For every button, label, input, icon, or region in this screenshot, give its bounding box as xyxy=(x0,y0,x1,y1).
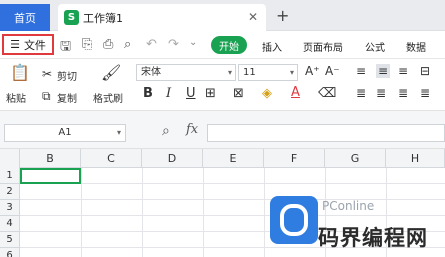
grid-line xyxy=(142,168,143,257)
save-icon[interactable]: 🖫 xyxy=(60,37,71,59)
fx-icon[interactable]: fx xyxy=(186,122,198,137)
file-menu-button[interactable]: ☰ 文件 xyxy=(2,34,54,55)
row-header[interactable]: 5 xyxy=(0,232,20,248)
menu-start[interactable]: 开始 xyxy=(211,36,247,54)
tab-bar: 首页 S 工作簿1 ✕ + xyxy=(0,0,445,31)
menu-data[interactable]: 数据 xyxy=(406,39,426,54)
format-painter-icon[interactable]: 🖌 xyxy=(101,63,121,82)
select-all-corner[interactable] xyxy=(0,149,20,168)
active-cell[interactable] xyxy=(20,168,81,184)
cut-icon[interactable]: ✂ xyxy=(42,67,52,81)
font-size-value: 11 xyxy=(243,67,256,78)
close-icon[interactable]: ✕ xyxy=(248,10,258,24)
wrap-text-icon[interactable]: ⊟ xyxy=(420,64,430,78)
preview-icon[interactable]: ⌕ xyxy=(124,37,131,52)
pconline-logo xyxy=(270,196,318,244)
fill-color-icon[interactable]: ◈ xyxy=(262,86,272,101)
border-icon[interactable]: ⊞ xyxy=(205,86,216,101)
copy-label[interactable]: 复制 xyxy=(57,90,77,105)
column-header-row: B C D E F G H xyxy=(0,149,445,168)
watermark-brand: PConline xyxy=(322,199,375,213)
more-icon[interactable]: ⌄ xyxy=(189,37,197,48)
font-color-button[interactable]: A xyxy=(291,85,300,100)
print-icon[interactable]: ⎙ xyxy=(103,37,113,52)
paste-label[interactable]: 粘贴 xyxy=(6,90,26,105)
spreadsheet-icon: S xyxy=(64,10,79,25)
name-box-value: A1 xyxy=(58,127,72,138)
chevron-down-icon: ▾ xyxy=(227,68,232,77)
clear-format-icon[interactable]: ⌫ xyxy=(318,86,336,101)
cut-label[interactable]: 剪切 xyxy=(57,68,77,83)
grid-line xyxy=(20,183,445,184)
align-left-icon[interactable]: ≣ xyxy=(356,86,366,100)
align-middle-icon[interactable]: ≡ xyxy=(376,64,391,78)
column-header[interactable]: D xyxy=(142,149,203,168)
align-bottom-icon[interactable]: ≡ xyxy=(398,64,408,78)
underline-button[interactable]: U xyxy=(186,86,196,101)
redo-icon[interactable]: ↷ xyxy=(168,37,179,52)
grid-line xyxy=(264,168,265,257)
formula-bar: A1 ▾ ⌕ fx xyxy=(0,111,445,149)
menu-page-layout[interactable]: 页面布局 xyxy=(303,39,343,54)
fill-pattern-icon[interactable]: ⊠ xyxy=(233,86,244,101)
name-box[interactable]: A1 ▾ xyxy=(4,124,126,142)
menu-formulas[interactable]: 公式 xyxy=(365,39,385,54)
ribbon: 📋 粘贴 ✂ 剪切 ⧉ 复制 🖌 格式刷 宋体 ▾ 11 ▾ A⁺ A⁻ B I… xyxy=(0,59,445,111)
tab-workbook[interactable]: S 工作簿1 ✕ xyxy=(58,4,266,31)
font-name-value: 宋体 xyxy=(141,67,161,78)
increase-font-icon[interactable]: A⁺ xyxy=(305,64,320,78)
tab-home[interactable]: 首页 xyxy=(0,4,50,31)
tab-home-label: 首页 xyxy=(14,11,36,25)
grid-line xyxy=(20,215,445,216)
column-header[interactable]: H xyxy=(386,149,445,168)
zoom-lookup-icon[interactable]: ⌕ xyxy=(162,123,170,139)
column-header[interactable]: F xyxy=(264,149,325,168)
justify-icon[interactable]: ≣ xyxy=(420,86,430,100)
grid-line xyxy=(203,168,204,257)
row-header[interactable]: 6 xyxy=(0,248,20,257)
align-center-icon[interactable]: ≣ xyxy=(376,86,386,100)
add-tab-icon[interactable]: + xyxy=(276,6,289,25)
font-size-select[interactable]: 11 ▾ xyxy=(238,64,298,81)
decrease-font-icon[interactable]: A⁻ xyxy=(325,64,340,78)
hamburger-icon: ☰ xyxy=(10,38,20,51)
column-header[interactable]: B xyxy=(20,149,81,168)
watermark-site-name: 码界编程网 xyxy=(318,226,428,250)
grid-line xyxy=(81,168,82,257)
undo-icon[interactable]: ↶ xyxy=(146,37,157,52)
bold-button[interactable]: B xyxy=(143,86,153,101)
formula-input[interactable] xyxy=(207,124,445,142)
paste-icon[interactable]: 📋 xyxy=(10,63,30,82)
row-header[interactable]: 3 xyxy=(0,200,20,216)
align-top-icon[interactable]: ≡ xyxy=(356,64,366,78)
grid-line xyxy=(20,199,445,200)
italic-button[interactable]: I xyxy=(166,86,171,101)
column-header[interactable]: C xyxy=(81,149,142,168)
column-header[interactable]: G xyxy=(325,149,386,168)
copy-icon[interactable]: ⧉ xyxy=(42,89,51,104)
column-header[interactable]: E xyxy=(203,149,264,168)
tab-workbook-title: 工作簿1 xyxy=(83,11,123,25)
row-header[interactable]: 1 xyxy=(0,168,20,184)
menu-bar: ☰ 文件 🖫 ⎘ ⎙ ⌕ ↶ ↷ ⌄ 开始 插入 页面布局 公式 数据 xyxy=(0,31,445,59)
row-header[interactable]: 4 xyxy=(0,216,20,232)
align-right-icon[interactable]: ≣ xyxy=(398,86,408,100)
row-header[interactable]: 2 xyxy=(0,184,20,200)
chevron-down-icon: ▾ xyxy=(116,128,121,137)
format-painter-label[interactable]: 格式刷 xyxy=(93,90,123,105)
font-name-select[interactable]: 宋体 ▾ xyxy=(136,64,236,81)
chevron-down-icon: ▾ xyxy=(289,68,294,77)
menu-insert[interactable]: 插入 xyxy=(262,39,282,54)
file-menu-label: 文件 xyxy=(23,38,46,52)
export-icon[interactable]: ⎘ xyxy=(82,37,92,52)
